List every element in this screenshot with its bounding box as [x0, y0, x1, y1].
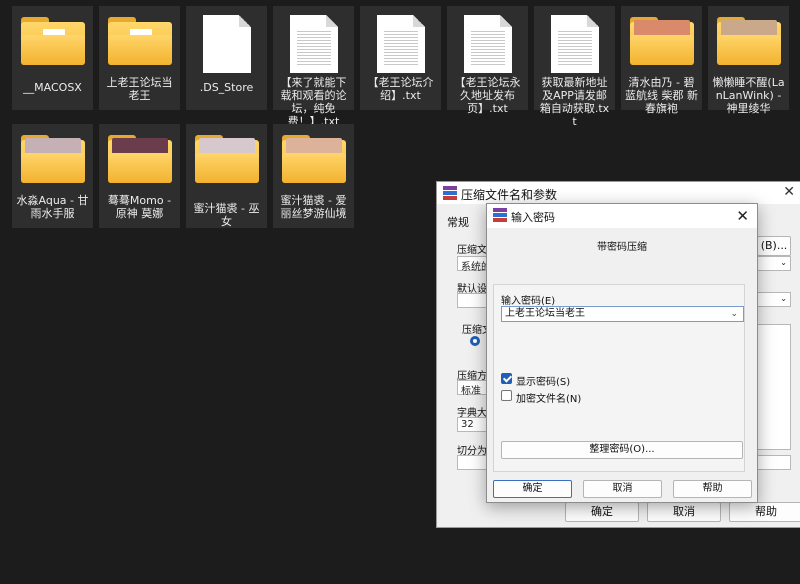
file-name: .DS_Store [199, 81, 254, 94]
photo-folder-icon [194, 135, 259, 183]
profile-dropdown[interactable]: ⌄ [757, 256, 791, 271]
file-tile[interactable]: .DS_Store [186, 6, 267, 110]
text-file-icon [376, 15, 425, 73]
text-file-icon [463, 15, 512, 73]
file-tile[interactable]: 懒懒睡不醒(LanLanWink) - 神里绫华 [708, 6, 789, 115]
file-name: 懒懒睡不醒(LanLanWink) - 神里绫华 [712, 76, 785, 115]
password-help-button[interactable]: 帮助 [673, 480, 752, 498]
archive-dialog-title: 压缩文件名和参数 [461, 188, 558, 202]
photo-folder-icon [281, 135, 346, 183]
chevron-down-icon: ⌄ [780, 258, 787, 267]
photo-folder-icon [716, 17, 781, 65]
password-value: 上老王论坛当老王 [505, 308, 585, 319]
show-password-checkbox[interactable] [501, 373, 512, 384]
winrar-icon [493, 208, 507, 222]
format-radio[interactable] [470, 336, 480, 346]
blank-file-icon [202, 15, 251, 73]
file-name: 蓦蓦Momo - 原神 莫娜 [107, 194, 172, 220]
organize-passwords-button[interactable]: 整理密码(O)... [501, 441, 743, 459]
file-name: 获取最新地址及APP请发邮箱自动获取.txt [539, 76, 610, 128]
photo-folder-icon [20, 135, 85, 183]
file-tile[interactable]: 【老王论坛介绍】.txt [360, 6, 441, 110]
archive-name-label: 压缩文 [457, 245, 487, 256]
browse-button[interactable]: (B)... [757, 236, 791, 256]
file-tile[interactable]: 蓦蓦Momo - 原神 莫娜 [99, 124, 180, 228]
file-name: 蜜汁猫裘 - 巫女 [193, 202, 260, 228]
tab-general[interactable]: 常规 [447, 214, 469, 230]
default-dropdown[interactable]: ⌄ [757, 292, 791, 307]
file-name: 水淼Aqua - 甘雨水手服 [16, 194, 89, 220]
folder-icon [107, 17, 172, 65]
text-file-icon [550, 15, 599, 73]
close-icon[interactable]: ✕ [783, 184, 795, 200]
password-input[interactable]: 上老王论坛当老王 ⌄ [501, 306, 744, 322]
photo-folder-icon [107, 135, 172, 183]
file-tile[interactable]: __MACOSX [12, 6, 93, 110]
photo-folder-icon [629, 17, 694, 65]
password-label: 输入密码(E) [501, 296, 556, 307]
encrypt-filenames-checkbox[interactable] [501, 390, 512, 401]
split-unit-box[interactable] [757, 455, 791, 470]
encrypt-filenames-label: 加密文件名(N) [516, 394, 582, 405]
winrar-icon [443, 186, 457, 200]
text-file-icon [289, 15, 338, 73]
file-name: 清水由乃 - 碧蓝航线 柴郡 新春旗袍 [625, 76, 698, 115]
password-dialog-title: 输入密码 [511, 211, 555, 224]
password-ok-button[interactable]: 确定 [493, 480, 572, 498]
close-icon[interactable]: ✕ [736, 207, 749, 225]
file-tile[interactable]: 获取最新地址及APP请发邮箱自动获取.txt [534, 6, 615, 128]
archive-ok-button[interactable]: 确定 [565, 502, 639, 522]
archive-dialog-titlebar[interactable]: 压缩文件名和参数 ✕ [437, 182, 800, 204]
file-tile[interactable]: 水淼Aqua - 甘雨水手服 [12, 124, 93, 228]
file-tile[interactable]: 清水由乃 - 碧蓝航线 柴郡 新春旗袍 [621, 6, 702, 115]
file-tile[interactable]: 蜜汁猫裘 - 爱丽丝梦游仙境 [273, 124, 354, 228]
file-tile[interactable]: 【来了就能下载和观看的论坛，纯免费！】.txt [273, 6, 354, 128]
password-dialog: 输入密码 ✕ 带密码压缩 输入密码(E) 上老王论坛当老王 ⌄ 显示密码(S) … [486, 203, 758, 503]
file-tile[interactable]: 【老王论坛永久地址发布页】.txt [447, 6, 528, 115]
chevron-down-icon: ⌄ [780, 294, 787, 303]
file-tile[interactable]: 上老王论坛当老王 [99, 6, 180, 110]
archive-help-button[interactable]: 帮助 [729, 502, 800, 522]
password-dialog-titlebar[interactable]: 输入密码 ✕ [487, 204, 757, 228]
file-tile[interactable]: 蜜汁猫裘 - 巫女 [186, 124, 267, 228]
file-name: __MACOSX [23, 81, 82, 94]
password-cancel-button[interactable]: 取消 [583, 480, 662, 498]
file-name: 【来了就能下载和观看的论坛，纯免费！】.txt [280, 76, 347, 128]
file-name: 【老王论坛永久地址发布页】.txt [454, 76, 521, 115]
chevron-down-icon[interactable]: ⌄ [730, 308, 738, 320]
archive-cancel-button[interactable]: 取消 [647, 502, 721, 522]
password-dialog-subtitle: 带密码压缩 [597, 242, 647, 253]
options-panel [757, 324, 791, 450]
show-password-label: 显示密码(S) [516, 377, 571, 388]
folder-icon [20, 17, 85, 65]
file-name: 蜜汁猫裘 - 爱丽丝梦游仙境 [280, 194, 347, 220]
file-name: 【老王论坛介绍】.txt [367, 76, 434, 102]
file-name: 上老王论坛当老王 [106, 76, 173, 102]
